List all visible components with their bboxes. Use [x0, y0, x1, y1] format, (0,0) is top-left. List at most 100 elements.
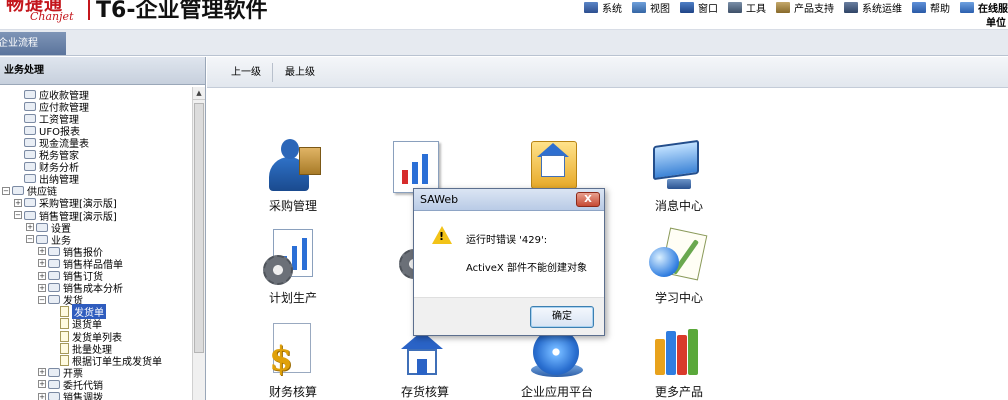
expand-icon[interactable]: + — [14, 198, 22, 207]
menu-window[interactable]: 窗口 — [680, 0, 718, 15]
tab-strip: 企业流程 — [0, 30, 1008, 56]
online-service-icon — [960, 1, 974, 13]
app-learning-center-label: 学习中心 — [654, 291, 703, 305]
menu-view-label: 视图 — [650, 3, 670, 15]
collapse-icon[interactable]: − — [38, 295, 46, 304]
menu-window-label: 窗口 — [698, 3, 718, 15]
folder-icon — [24, 113, 36, 123]
menu-help[interactable]: 帮助 — [912, 0, 950, 15]
folder-icon — [48, 379, 60, 389]
main-content: 上一级 最上级 采购管理 销 消息中心 计划生产 简 学习中心 $ — [207, 57, 1008, 400]
scroll-up-arrow-icon[interactable]: ▲ — [193, 87, 205, 100]
folder-icon — [24, 162, 36, 172]
folder-icon — [12, 186, 24, 196]
expand-icon[interactable]: + — [38, 368, 46, 377]
app-enterprise-platform-label: 企业应用平台 — [520, 385, 593, 399]
collapse-icon[interactable]: − — [26, 235, 34, 244]
title-bar: 畅捷通 Chanjet T6-企业管理软件 系统 视图 窗口 工具 产品支持 系… — [0, 0, 1008, 30]
document-icon — [60, 342, 69, 354]
menu-system[interactable]: 系统 — [584, 0, 622, 15]
app-inventory-label: 存货核算 — [400, 385, 449, 399]
close-icon[interactable]: X — [576, 192, 600, 207]
folder-icon — [36, 234, 48, 244]
app-message-center[interactable]: 消息中心 — [639, 137, 719, 214]
tab-enterprise-process[interactable]: 企业流程 — [0, 32, 66, 55]
window-icon — [680, 1, 694, 13]
app-purchase-label: 采购管理 — [268, 199, 317, 213]
folder-icon — [48, 283, 60, 293]
menu-ops-label: 系统运维 — [862, 3, 902, 15]
dialog-title-bar[interactable]: SAWeb X — [414, 189, 604, 211]
production-plan-icon — [263, 229, 323, 287]
ops-icon — [844, 1, 858, 13]
sidebar-scrollbar[interactable]: ▲ — [192, 87, 205, 400]
menu-product-support[interactable]: 产品支持 — [776, 0, 834, 15]
collapse-icon[interactable]: − — [14, 211, 22, 219]
document-icon — [60, 330, 69, 342]
app-finance[interactable]: $ 财务核算 — [253, 323, 333, 400]
expand-icon[interactable]: + — [38, 259, 46, 268]
content-toolbar: 上一级 最上级 — [207, 57, 1008, 88]
expand-icon[interactable]: + — [38, 392, 46, 400]
menu-tools[interactable]: 工具 — [728, 0, 766, 15]
folder-icon — [48, 271, 60, 280]
sidebar: 业务处理 应收款管理 应付款管理 工资管理 UFO报表 现金流量表 税务管家 财务分析 出纳管… — [0, 57, 206, 400]
menu-online-service[interactable]: 在线服 — [960, 0, 1008, 15]
folder-icon — [36, 222, 48, 232]
folder-icon — [48, 367, 60, 377]
navigation-tree: 应收款管理 应付款管理 工资管理 UFO报表 现金流量表 税务管家 财务分析 出纳管理 − 供应链… — [0, 87, 192, 400]
expand-icon[interactable]: + — [38, 271, 46, 280]
folder-icon — [48, 246, 60, 256]
app-production-plan-label: 计划生产 — [268, 291, 317, 305]
view-icon — [632, 1, 646, 13]
tree-item[interactable]: + 销售调拨 — [38, 391, 103, 400]
app-message-center-label: 消息中心 — [654, 199, 703, 213]
up-level-button[interactable]: 上一级 — [231, 57, 261, 88]
folder-icon — [24, 137, 36, 147]
ok-button[interactable]: 确定 — [530, 306, 594, 328]
top-menu: 系统 视图 窗口 工具 产品支持 系统运维 帮助 在线服 — [574, 0, 1008, 15]
folder-icon — [24, 125, 36, 135]
sidebar-title: 业务处理 — [0, 57, 205, 85]
expand-icon[interactable]: + — [38, 247, 46, 256]
collapse-icon[interactable]: − — [2, 186, 10, 195]
dialog-message-error-code: 运行时错误 '429': — [466, 235, 548, 246]
unit-label: 单位 — [986, 18, 1006, 29]
message-center-icon — [649, 137, 709, 195]
folder-icon — [24, 101, 36, 111]
dialog-title: SAWeb — [420, 193, 459, 206]
logo-divider — [88, 0, 90, 20]
menu-ops[interactable]: 系统运维 — [844, 0, 902, 15]
app-more-products[interactable]: 更多产品 — [639, 323, 719, 400]
expand-icon[interactable]: + — [38, 283, 46, 292]
tree-item-label: 根据订单生成发货单 — [72, 356, 162, 368]
document-icon — [60, 306, 69, 318]
app-purchase[interactable]: 采购管理 — [253, 137, 333, 214]
app-learning-center[interactable]: 学习中心 — [639, 227, 719, 306]
tools-icon — [728, 1, 742, 13]
menu-view[interactable]: 视图 — [632, 0, 670, 15]
app-finance-label: 财务核算 — [268, 385, 317, 399]
expand-icon[interactable]: + — [38, 380, 46, 389]
tree-item-label: 销售调拨 — [63, 393, 103, 400]
top-level-button[interactable]: 最上级 — [285, 57, 315, 88]
system-icon — [584, 1, 598, 13]
expand-icon[interactable]: + — [26, 223, 34, 232]
app-folder-home[interactable] — [517, 135, 597, 193]
purchase-icon — [263, 137, 323, 195]
finance-icon: $ — [263, 323, 323, 381]
menu-online-service-label: 在线服 — [978, 3, 1008, 15]
menu-tools-label: 工具 — [746, 3, 766, 15]
app-production-plan[interactable]: 计划生产 — [253, 229, 333, 306]
menu-product-support-label: 产品支持 — [794, 3, 834, 15]
tab-enterprise-process-label: 企业流程 — [0, 38, 38, 49]
product-title: T6-企业管理软件 — [96, 0, 268, 23]
folder-icon — [24, 89, 36, 99]
dialog-body: ! 运行时错误 '429': ActiveX 部件不能创建对象 确定 — [414, 211, 604, 335]
toolbar-divider — [272, 63, 273, 82]
help-icon — [912, 1, 926, 13]
error-dialog: SAWeb X ! 运行时错误 '429': ActiveX 部件不能创建对象 … — [413, 188, 605, 336]
menu-system-label: 系统 — [602, 3, 622, 15]
folder-icon — [48, 392, 60, 400]
scroll-thumb[interactable] — [194, 103, 204, 353]
